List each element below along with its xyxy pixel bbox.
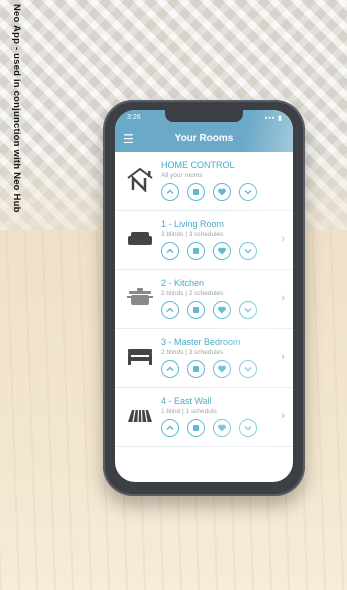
stop-icon: [193, 366, 199, 372]
favourite-button[interactable]: [213, 360, 231, 378]
chevron-right-icon[interactable]: ›: [281, 351, 285, 363]
stop-icon: [193, 425, 199, 431]
down-button[interactable]: [239, 301, 257, 319]
app-header: ☰ Your Rooms: [115, 126, 293, 152]
room-subtitle: 1 blind | 1 schedule: [161, 408, 217, 415]
room-list: HOME CONTROL All your rooms 1 - Living R…: [115, 152, 293, 447]
down-icon: [244, 189, 252, 195]
room-name: 3 - Master Bedroom: [161, 337, 241, 347]
favourite-button[interactable]: [213, 183, 231, 201]
up-button[interactable]: [161, 301, 179, 319]
room-subtitle: 3 blinds | 3 schedules: [161, 231, 224, 238]
stop-button[interactable]: [187, 301, 205, 319]
up-button[interactable]: [161, 360, 179, 378]
up-button[interactable]: [161, 183, 179, 201]
favourite-button[interactable]: [213, 242, 231, 260]
page-title: Your Rooms: [174, 133, 234, 144]
up-icon: [166, 189, 174, 195]
stop-button[interactable]: [187, 183, 205, 201]
phone-notch: [165, 110, 243, 122]
favourite-button[interactable]: [213, 419, 231, 437]
stop-icon: [193, 307, 199, 313]
up-icon: [166, 248, 174, 254]
stop-button[interactable]: [187, 360, 205, 378]
down-button[interactable]: [239, 183, 257, 201]
room-row-master-bedroom[interactable]: 3 - Master Bedroom 2 blinds | 3 schedule…: [115, 329, 293, 388]
room-subtitle: 2 blinds | 2 schedules: [161, 290, 224, 297]
battery-icon: ▮: [278, 115, 283, 122]
favourite-icon: [218, 424, 226, 432]
phone-screen: 3:26 ▪▪▪ ▮ ☰ Your Rooms HOME CONTROL All…: [115, 110, 293, 482]
room-row-home-control[interactable]: HOME CONTROL All your rooms: [115, 152, 293, 211]
sofa-icon: [128, 232, 152, 245]
down-icon: [244, 366, 252, 372]
bed-icon: [128, 349, 152, 365]
status-icons: ▪▪▪ ▮: [265, 114, 283, 122]
room-row-kitchen[interactable]: 2 - Kitchen 2 blinds | 2 schedules ›: [115, 270, 293, 329]
favourite-icon: [218, 247, 226, 255]
up-icon: [166, 425, 174, 431]
room-row-east-wall[interactable]: 4 - East Wall 1 blind | 1 schedule ›: [115, 388, 293, 447]
chevron-right-icon[interactable]: ›: [281, 292, 285, 304]
stop-button[interactable]: [187, 242, 205, 260]
up-icon: [166, 307, 174, 313]
room-subtitle: 2 blinds | 3 schedules: [161, 349, 224, 356]
status-time: 3:26: [127, 114, 141, 121]
phone: 3:26 ▪▪▪ ▮ ☰ Your Rooms HOME CONTROL All…: [103, 100, 305, 496]
up-button[interactable]: [161, 419, 179, 437]
favourite-icon: [218, 365, 226, 373]
up-button[interactable]: [161, 242, 179, 260]
down-icon: [244, 248, 252, 254]
up-icon: [166, 366, 174, 372]
chevron-right-icon[interactable]: ›: [281, 233, 285, 245]
down-button[interactable]: [239, 242, 257, 260]
favourite-icon: [218, 188, 226, 196]
awning-icon: [128, 409, 152, 423]
stop-icon: [193, 248, 199, 254]
room-name: 2 - Kitchen: [161, 278, 205, 288]
signal-icon: ▪▪▪: [264, 115, 276, 122]
pot-icon: [127, 288, 153, 305]
room-name: 1 - Living Room: [161, 219, 225, 229]
side-caption: Neo App - used in conjunction with Neo H…: [11, 4, 22, 213]
room-subtitle: All your rooms: [161, 172, 203, 179]
down-button[interactable]: [239, 360, 257, 378]
favourite-button[interactable]: [213, 301, 231, 319]
room-row-living-room[interactable]: 1 - Living Room 3 blinds | 3 schedules ›: [115, 211, 293, 270]
down-icon: [244, 425, 252, 431]
chevron-right-icon[interactable]: ›: [281, 410, 285, 422]
favourite-icon: [218, 306, 226, 314]
neo-logo-icon: [127, 167, 153, 192]
stop-icon: [193, 189, 199, 195]
down-button[interactable]: [239, 419, 257, 437]
down-icon: [244, 307, 252, 313]
room-name: HOME CONTROL: [161, 160, 235, 170]
stop-button[interactable]: [187, 419, 205, 437]
room-name: 4 - East Wall: [161, 396, 212, 406]
